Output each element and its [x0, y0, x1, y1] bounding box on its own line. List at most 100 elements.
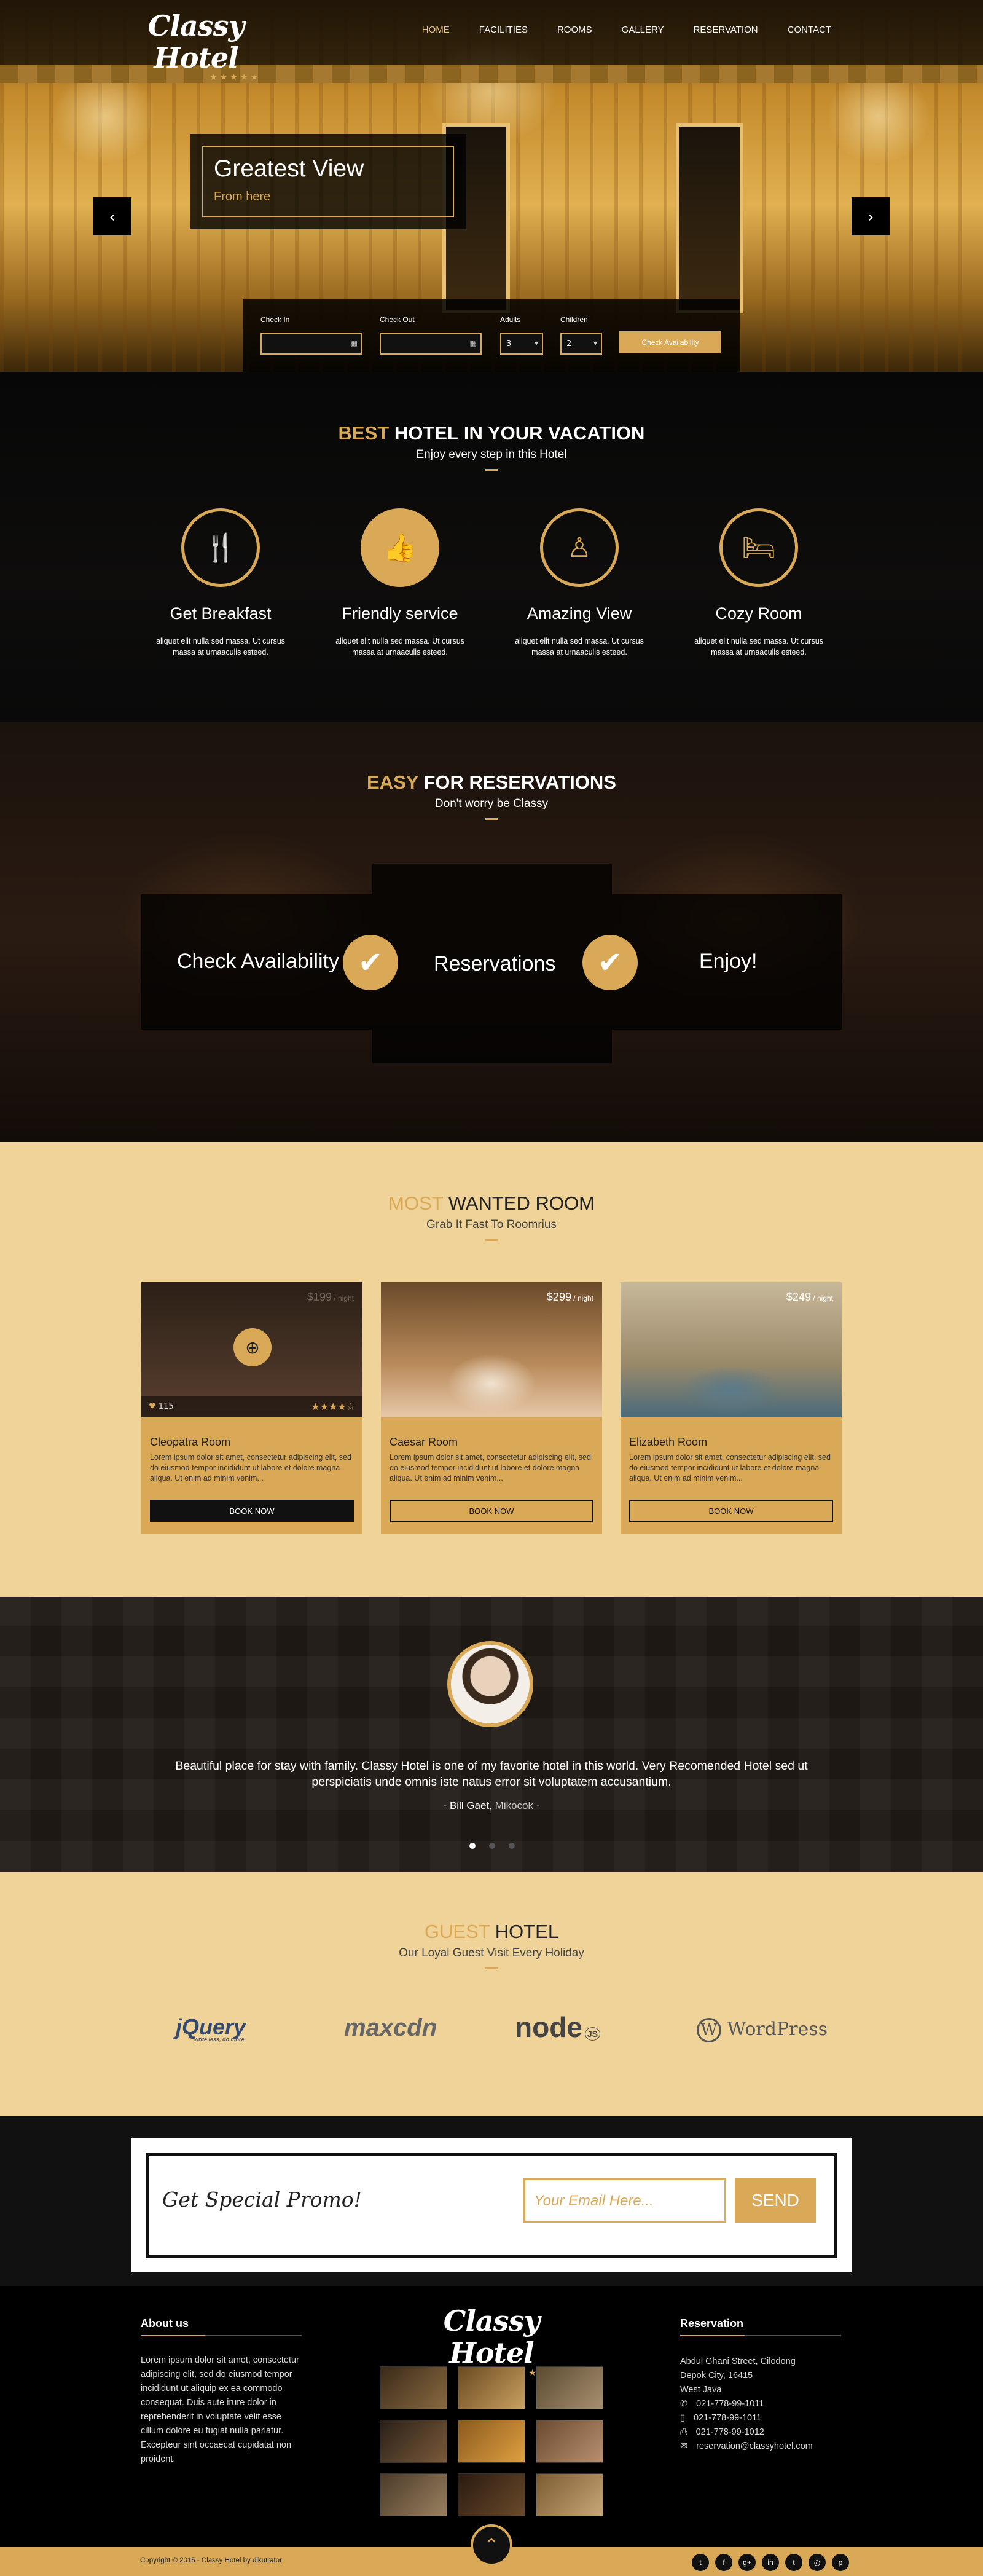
section-title: BEST HOTEL IN YOUR VACATION: [338, 422, 645, 444]
slider-dot[interactable]: [489, 1843, 495, 1849]
divider: [485, 469, 498, 471]
nav-contact[interactable]: CONTACT: [788, 25, 831, 35]
mobile-row: ▯ 021-778-99-1011: [680, 2411, 841, 2425]
gallery-thumb[interactable]: [458, 2366, 525, 2409]
wordpress-icon: W: [697, 2018, 721, 2042]
logo[interactable]: Classy Hotel ★★★★★: [131, 10, 260, 82]
send-button[interactable]: SEND: [735, 2178, 816, 2223]
book-now-button[interactable]: BOOK NOW: [629, 1500, 833, 1522]
nav-reservation[interactable]: RESERVATION: [694, 25, 758, 35]
room-card: $299 / night Caesar Room Lorem ipsum dol…: [381, 1282, 602, 1534]
section-title: EASY FOR RESERVATIONS: [367, 771, 616, 793]
promo-box: Get Special Promo! Your Email Here... SE…: [131, 2138, 852, 2272]
gallery-thumb[interactable]: [536, 2366, 603, 2409]
room-description: Lorem ipsum dolor sit amet, consectetur …: [390, 1453, 591, 1483]
linkedin-icon[interactable]: in: [762, 2554, 779, 2571]
phone-icon: ✆: [680, 2399, 688, 2409]
divider: [485, 1967, 498, 1969]
step-enjoy: Enjoy!: [699, 950, 758, 973]
children-select[interactable]: 2 ▾: [560, 333, 602, 355]
promo-section: Get Special Promo! Your Email Here... SE…: [0, 2116, 983, 2286]
slider-dot[interactable]: [509, 1843, 515, 1849]
checkin-input[interactable]: ▦: [260, 333, 362, 355]
instagram-icon[interactable]: ◎: [809, 2554, 826, 2571]
room-name: Elizabeth Room: [629, 1436, 708, 1448]
feature-text: aliquet elit nulla sed massa. Ut cursus …: [515, 637, 644, 656]
section-subtitle: Don't worry be Classy: [434, 797, 549, 810]
feature-text: aliquet elit nulla sed massa. Ut cursus …: [156, 637, 285, 656]
hero-window: [676, 123, 743, 313]
nav-facilities[interactable]: FACILITIES: [479, 25, 528, 35]
tumblr-icon[interactable]: t: [785, 2554, 802, 2571]
slider-prev-button[interactable]: ‹: [93, 197, 131, 235]
email-input[interactable]: Your Email Here...: [523, 2178, 726, 2223]
section-subtitle: Our Loyal Guest Visit Every Holiday: [399, 1947, 584, 1960]
avatar: [447, 1641, 533, 1727]
room-card: $199 / night ⊕ ♥ 115 ★★★★☆ Cleopatra Roo…: [141, 1282, 362, 1534]
section-subtitle: Enjoy every step in this Hotel: [416, 448, 567, 461]
chevron-left-icon: ‹: [109, 206, 116, 227]
feature-title: Amazing View: [527, 604, 632, 623]
checkout-input[interactable]: ▦: [380, 333, 482, 355]
gallery-thumb[interactable]: [458, 2473, 525, 2516]
checkout-label: Check Out: [380, 315, 415, 324]
room-price: $249 / night: [786, 1291, 833, 1303]
testimonial-author: - Bill Gaet, Mikocok -: [443, 1800, 540, 1811]
footer: About us Lorem ipsum dolor sit amet, con…: [0, 2286, 983, 2547]
about-title: About us: [141, 2317, 189, 2330]
section-subtitle: Grab It Fast To Roomrius: [426, 1218, 557, 1231]
feature-title: Friendly service: [342, 604, 458, 623]
google-plus-icon[interactable]: g+: [738, 2554, 756, 2571]
room-image[interactable]: $199 / night ⊕ ♥ 115 ★★★★☆: [141, 1282, 362, 1417]
slider-dot[interactable]: [469, 1843, 476, 1849]
heart-icon[interactable]: ♥ 115: [149, 1402, 174, 1411]
feature-item: 👍 Friendly service aliquet elit nulla se…: [323, 508, 477, 658]
step-reservations: Reservations: [434, 952, 556, 975]
fax-icon: ⎙: [680, 2427, 687, 2437]
gallery-thumb[interactable]: [380, 2366, 447, 2409]
check-icon: ✔: [343, 935, 398, 990]
step-check-availability: Check Availability: [177, 950, 339, 973]
feature-item: 🛏 Cozy Room aliquet elit nulla sed massa…: [682, 508, 836, 658]
bed-icon: 🛏: [719, 508, 798, 587]
gallery-thumb[interactable]: [458, 2420, 525, 2463]
reservation-title: Reservation: [680, 2317, 744, 2330]
check-availability-button[interactable]: Check Availability: [619, 331, 721, 353]
slider-dots: [469, 1843, 515, 1849]
book-now-button[interactable]: BOOK NOW: [150, 1500, 354, 1522]
envelope-icon: ✉: [680, 2441, 688, 2451]
children-label: Children: [560, 315, 588, 324]
hero-caption: Greatest View From here: [190, 134, 466, 229]
gallery-thumb[interactable]: [380, 2473, 447, 2516]
facebook-icon[interactable]: f: [715, 2554, 732, 2571]
room-name: Cleopatra Room: [150, 1436, 231, 1448]
footer-reservation: Reservation Abdul Ghani Street, Cilodong…: [680, 2317, 841, 2454]
phone-row: ✆ 021-778-99-1011: [680, 2397, 841, 2411]
nav-gallery[interactable]: GALLERY: [622, 25, 664, 35]
chevron-up-icon: ⌃: [484, 2534, 499, 2556]
zoom-icon[interactable]: ⊕: [233, 1328, 272, 1366]
footer-about: About us Lorem ipsum dolor sit amet, con…: [141, 2317, 302, 2467]
cutlery-icon: 🍴: [181, 508, 260, 587]
scroll-top-button[interactable]: ⌃: [471, 2524, 512, 2566]
slider-next-button[interactable]: ›: [852, 197, 890, 235]
twitter-icon[interactable]: t: [692, 2554, 709, 2571]
gallery-thumb[interactable]: [536, 2473, 603, 2516]
adults-select[interactable]: 3 ▾: [500, 333, 543, 355]
book-now-button[interactable]: BOOK NOW: [390, 1500, 593, 1522]
nav-rooms[interactable]: ROOMS: [557, 25, 592, 35]
gallery-thumb[interactable]: [536, 2420, 603, 2463]
divider: [141, 2335, 302, 2336]
room-image[interactable]: $299 / night: [381, 1282, 602, 1417]
hero-subtitle: From here: [214, 190, 271, 203]
gallery-thumb[interactable]: [380, 2420, 447, 2463]
booking-form: Check In ▦ Check Out ▦ Adults 3 ▾ Childre…: [243, 299, 740, 372]
room-price: $299 / night: [546, 1291, 593, 1303]
nav-home[interactable]: HOME: [422, 25, 450, 35]
pinterest-icon[interactable]: p: [832, 2554, 849, 2571]
feature-title: Get Breakfast: [170, 604, 272, 623]
divider: [485, 818, 498, 820]
star-rating: ★★★★☆: [311, 1401, 355, 1412]
divider: [680, 2335, 841, 2336]
room-image[interactable]: $249 / night: [621, 1282, 842, 1417]
